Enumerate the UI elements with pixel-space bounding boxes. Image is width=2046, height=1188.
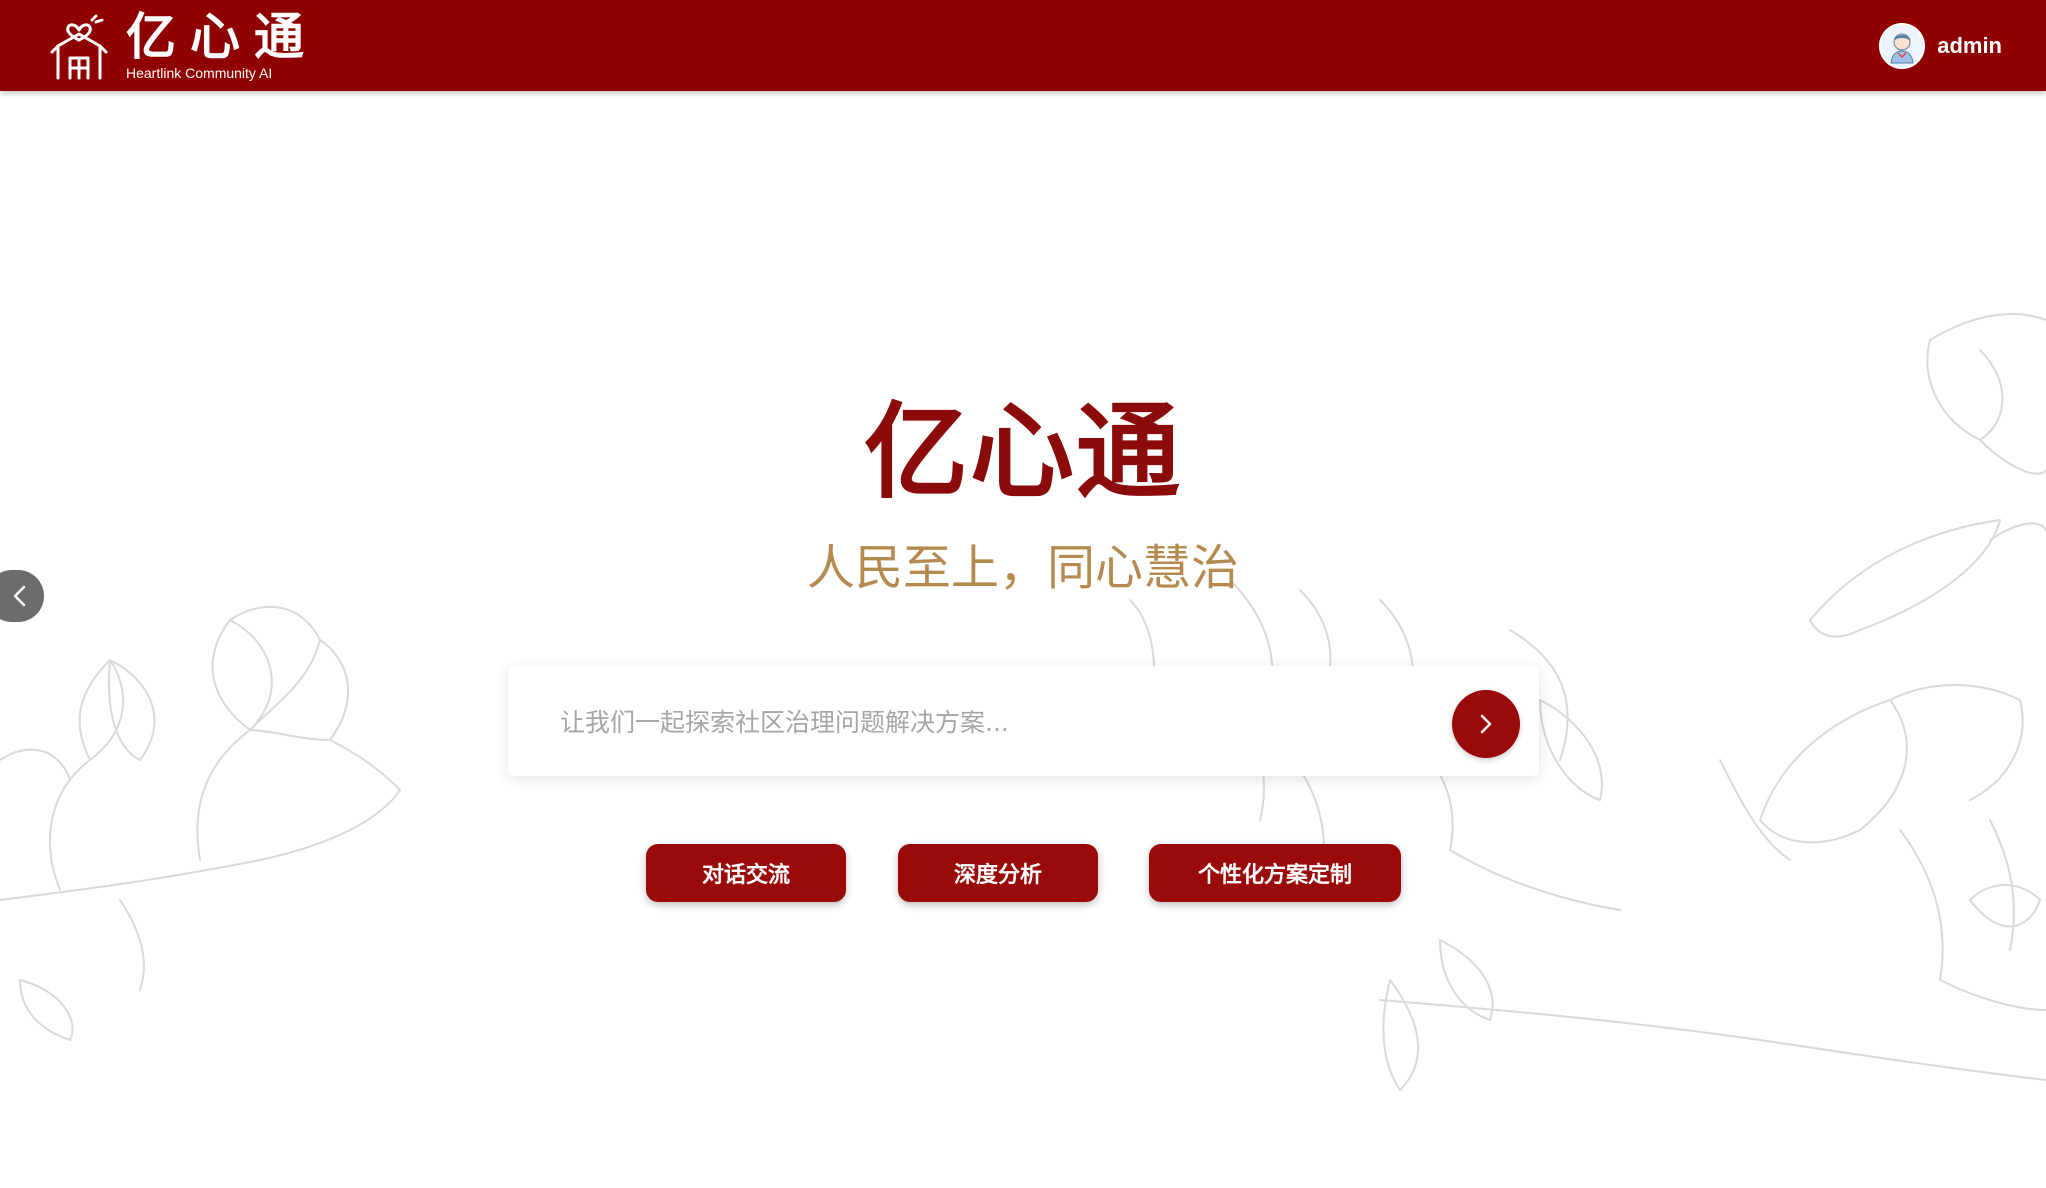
custom-plan-button[interactable]: 个性化方案定制 <box>1149 844 1401 902</box>
username-label: admin <box>1937 33 2002 58</box>
search-box <box>508 666 1539 778</box>
brand-text: 亿心通 Heartlink Community AI <box>126 11 318 81</box>
brand[interactable]: 亿心通 Heartlink Community AI <box>48 10 318 82</box>
hero-slogan: 人民至上，同心慧治 <box>806 540 1239 596</box>
brand-subtitle: Heartlink Community AI <box>126 65 273 81</box>
user-avatar-icon <box>1879 23 1926 69</box>
chevron-left-icon <box>13 585 26 607</box>
hero-title: 亿心通 <box>863 391 1182 513</box>
brand-name: 亿心通 <box>126 8 318 66</box>
chat-button[interactable]: 对话交流 <box>646 844 846 902</box>
deep-analysis-button[interactable]: 深度分析 <box>898 844 1098 902</box>
top-nav-bar: 亿心通 Heartlink Community AI admin <box>0 0 2046 91</box>
building-heart-logo-icon <box>50 14 108 80</box>
search-input[interactable] <box>558 666 1422 778</box>
app-page: 亿心通 Heartlink Community AI admin 亿心通 人民至… <box>0 0 2046 1188</box>
chevron-right-icon <box>1480 714 1492 734</box>
user-menu[interactable]: admin <box>1879 23 2002 69</box>
send-button[interactable] <box>1452 690 1520 758</box>
